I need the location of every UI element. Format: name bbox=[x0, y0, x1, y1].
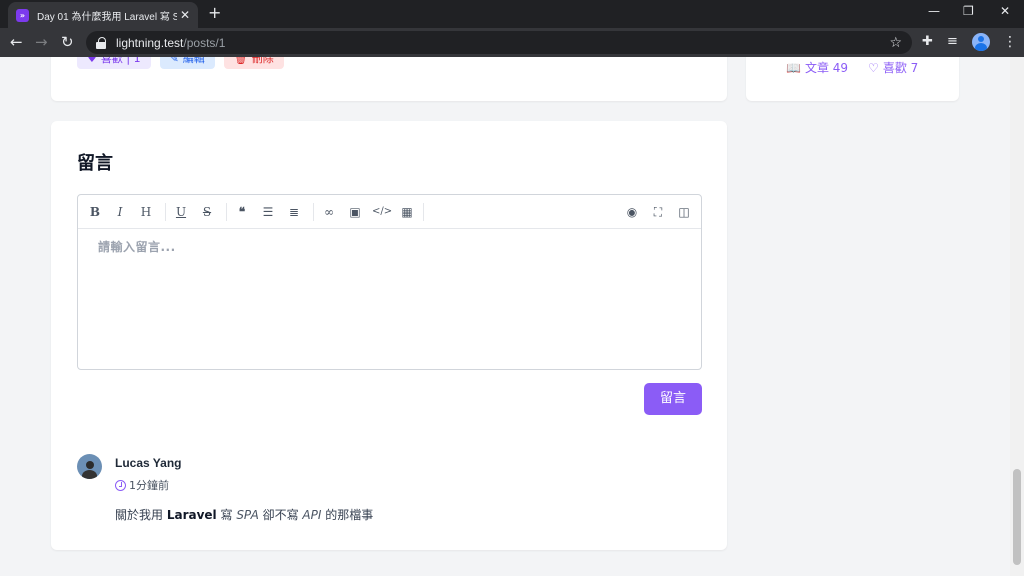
book-icon: 📖 bbox=[786, 60, 801, 75]
comment-body: 關於我用 Laravel 寫 SPA 卻不寫 API 的那檔事 bbox=[115, 508, 374, 522]
url-text: lightning.test/posts/1 bbox=[116, 35, 226, 50]
extensions-puzzle-icon[interactable]: ✚ bbox=[922, 34, 933, 49]
address-bar[interactable]: lightning.test/posts/1 ☆ bbox=[86, 31, 912, 54]
clock-icon bbox=[115, 479, 126, 491]
toolbar-divider bbox=[423, 203, 424, 221]
back-arrow-icon[interactable]: ← bbox=[10, 33, 23, 51]
reload-icon[interactable]: ↻ bbox=[61, 33, 74, 51]
forward-arrow-icon[interactable]: → bbox=[35, 33, 48, 51]
bold-icon[interactable]: B bbox=[86, 204, 104, 220]
editor-toolbar: B I H U S ❝ ☰ ≣ ∞ ▣ </> ▦ ◉ ⛶ ◫ bbox=[78, 195, 701, 229]
lock-icon bbox=[96, 36, 106, 49]
scrollbar-thumb[interactable] bbox=[1013, 469, 1021, 565]
post-actions: ♥ 喜歡 | 1 ✎ 編輯 🗑 刪除 bbox=[77, 57, 284, 69]
image-icon[interactable]: ▣ bbox=[346, 204, 364, 220]
page-scrollbar[interactable] bbox=[1010, 57, 1024, 576]
browser-tab-bar: » Day 01 為什麼我用 Laravel 寫 SPA ✕ + — ❐ ✕ bbox=[0, 0, 1024, 28]
site-favicon-icon: » bbox=[16, 8, 29, 22]
page-viewport: ♥ 喜歡 | 1 ✎ 編輯 🗑 刪除 📖 文章 49 ♡ 喜歡 7 留言 B I… bbox=[0, 57, 1010, 576]
toolbar-divider bbox=[313, 203, 314, 221]
strikethrough-icon[interactable]: S bbox=[198, 204, 216, 220]
toolbar-divider bbox=[226, 203, 227, 221]
side-by-side-icon[interactable]: ◫ bbox=[675, 204, 693, 220]
author-card: 📖 文章 49 ♡ 喜歡 7 bbox=[746, 57, 959, 101]
minimize-button[interactable]: — bbox=[928, 4, 940, 18]
link-icon[interactable]: ∞ bbox=[320, 204, 338, 220]
like-button[interactable]: ♥ 喜歡 | 1 bbox=[77, 57, 151, 69]
media-queue-icon[interactable]: ≡ bbox=[947, 34, 958, 49]
pencil-icon: ✎ bbox=[169, 57, 179, 65]
unordered-list-icon[interactable]: ≣ bbox=[285, 204, 303, 220]
quote-icon[interactable]: ❝ bbox=[233, 204, 251, 220]
tab-title: Day 01 為什麼我用 Laravel 寫 SPA bbox=[37, 11, 177, 23]
restore-button[interactable]: ❐ bbox=[963, 4, 974, 18]
comment-time-text: 1分鐘前 bbox=[129, 479, 169, 492]
preview-eye-icon[interactable]: ◉ bbox=[623, 204, 641, 220]
post-card: ♥ 喜歡 | 1 ✎ 編輯 🗑 刪除 bbox=[51, 57, 727, 101]
articles-count-link[interactable]: 📖 文章 49 bbox=[786, 59, 848, 76]
author-stats: 📖 文章 49 ♡ 喜歡 7 bbox=[786, 59, 918, 76]
heart-outline-icon: ♡ bbox=[868, 60, 879, 75]
trash-icon: 🗑 bbox=[233, 57, 248, 65]
comments-card: 留言 B I H U S ❝ ☰ ≣ ∞ ▣ </> ▦ ◉ ⛶ ◫ 請輸入留言… bbox=[51, 121, 727, 550]
commenter-name[interactable]: Lucas Yang bbox=[115, 456, 181, 470]
comment-editor: B I H U S ❝ ☰ ≣ ∞ ▣ </> ▦ ◉ ⛶ ◫ 請輸入留言... bbox=[77, 194, 702, 370]
table-icon[interactable]: ▦ bbox=[398, 204, 416, 220]
underline-icon[interactable]: U bbox=[172, 204, 190, 220]
articles-count: 文章 49 bbox=[804, 61, 849, 75]
tab-close-icon[interactable]: ✕ bbox=[180, 8, 190, 22]
code-icon[interactable]: </> bbox=[372, 204, 392, 220]
heart-icon: ♥ bbox=[87, 57, 97, 65]
window-close-button[interactable]: ✕ bbox=[1000, 4, 1010, 18]
delete-label: 刪除 bbox=[251, 57, 274, 65]
bookmark-star-icon[interactable]: ☆ bbox=[889, 35, 902, 51]
likes-count: 喜歡 7 bbox=[882, 61, 919, 75]
submit-comment-button[interactable]: 留言 bbox=[644, 383, 702, 415]
delete-button[interactable]: 🗑 刪除 bbox=[223, 57, 284, 69]
new-tab-button[interactable]: + bbox=[208, 5, 221, 21]
comment-input[interactable]: 請輸入留言... bbox=[98, 238, 176, 255]
comments-title: 留言 bbox=[77, 153, 113, 174]
fullscreen-icon[interactable]: ⛶ bbox=[649, 204, 667, 220]
comment-time: 1分鐘前 bbox=[115, 477, 169, 493]
toolbar-divider bbox=[165, 203, 166, 221]
ordered-list-icon[interactable]: ☰ bbox=[259, 204, 277, 220]
italic-icon[interactable]: I bbox=[111, 204, 129, 220]
edit-label: 編輯 bbox=[182, 57, 205, 65]
like-label: 喜歡 | 1 bbox=[100, 57, 141, 65]
edit-button[interactable]: ✎ 編輯 bbox=[159, 57, 215, 69]
commenter-avatar[interactable] bbox=[77, 454, 102, 479]
browser-tab[interactable]: » Day 01 為什麼我用 Laravel 寫 SPA ✕ bbox=[8, 2, 198, 28]
browser-menu-icon[interactable]: ⋮ bbox=[1003, 34, 1017, 50]
profile-avatar-icon[interactable] bbox=[972, 33, 990, 51]
browser-toolbar: ← → ↻ lightning.test/posts/1 ☆ ✚ ≡ ⋮ bbox=[0, 28, 1024, 57]
heading-icon[interactable]: H bbox=[137, 204, 155, 220]
likes-count-link[interactable]: ♡ 喜歡 7 bbox=[868, 59, 918, 76]
